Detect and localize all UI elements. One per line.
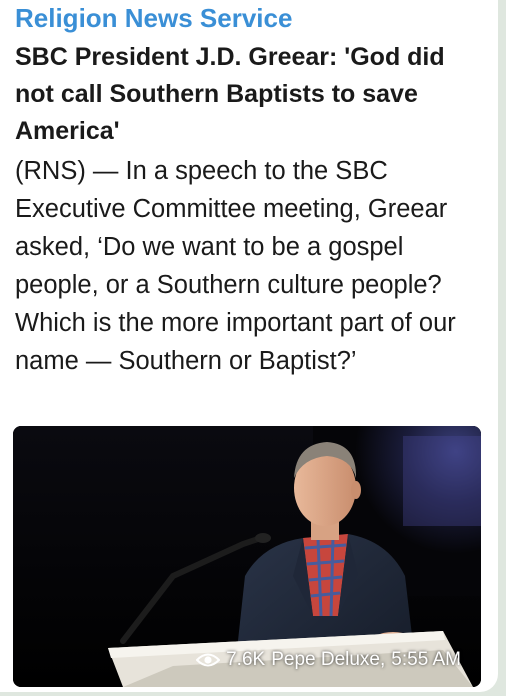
link-preview-site-name[interactable]: Religion News Service	[15, 0, 292, 36]
message-time: 5:55 AM	[391, 649, 461, 670]
link-preview-description: (RNS) — In a speech to the SBC Executive…	[15, 157, 456, 375]
eye-icon	[196, 653, 221, 667]
message-bubble: Religion News Service SBC President J.D.…	[0, 0, 498, 692]
speaker-photo	[13, 426, 481, 687]
link-preview-photo[interactable]: 7.6K Pepe Deluxe, 5:55 AM	[13, 426, 481, 687]
view-count: 7.6K	[226, 649, 266, 670]
message-meta: 7.6K Pepe Deluxe, 5:55 AM	[196, 649, 461, 671]
author-signature: Pepe Deluxe,	[271, 649, 386, 670]
link-preview-title[interactable]: SBC President J.D. Greear: 'God did not …	[15, 39, 485, 150]
